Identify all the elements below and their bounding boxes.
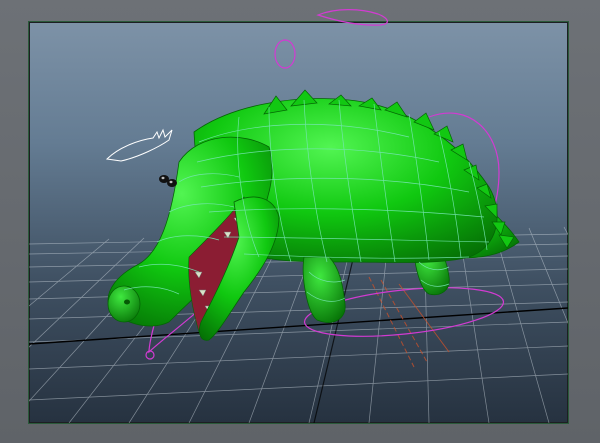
- top-control-circle[interactable]: [274, 39, 296, 69]
- head-control-curve[interactable]: [316, 9, 388, 26]
- offscreen-rig-fragments: [274, 9, 388, 69]
